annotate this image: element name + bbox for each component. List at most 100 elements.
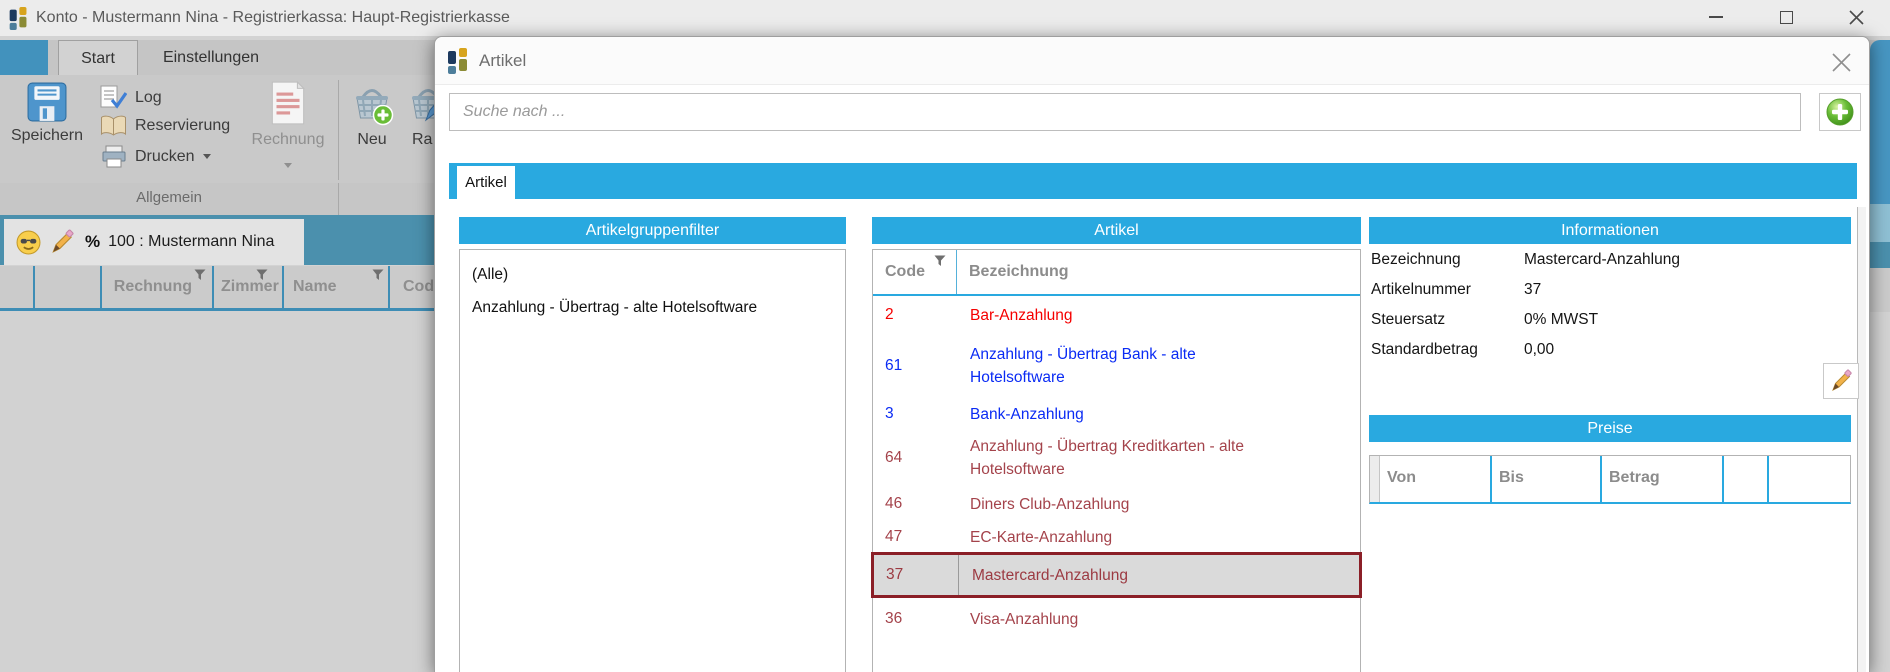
filter-icon[interactable] <box>372 269 384 281</box>
plus-icon <box>1826 98 1854 126</box>
info-value: Mastercard-Anzahlung <box>1524 251 1680 268</box>
vertical-scrollbar[interactable] <box>1857 207 1866 672</box>
main-titlebar: Konto - Mustermann Nina - Registrierkass… <box>0 0 1890 36</box>
edit-article-button[interactable] <box>1823 363 1859 399</box>
prices-row-indicator <box>1370 456 1380 502</box>
grid-col-zimmer[interactable]: Zimmer <box>212 266 282 308</box>
col-empty-header[interactable] <box>1767 456 1850 502</box>
col-code-label: Code <box>885 263 925 280</box>
groups-panel-header: Artikelgruppenfilter <box>459 217 846 244</box>
article-name: Bank-Anzahlung <box>970 405 1084 423</box>
dialog-titlebar: Artikel <box>435 37 1869 85</box>
close-button[interactable] <box>1834 0 1878 34</box>
tab-artikel[interactable]: Artikel <box>457 166 515 199</box>
article-name: Bar-Anzahlung <box>970 306 1073 324</box>
article-code: 36 <box>885 610 903 627</box>
pencil-icon[interactable] <box>49 229 75 255</box>
minimize-button[interactable] <box>1694 0 1738 34</box>
article-row[interactable]: 2 Bar-Anzahlung <box>873 296 1360 334</box>
info-value: 0% MWST <box>1524 311 1599 328</box>
article-name: Anzahlung - Übertrag Kreditkarten - alte… <box>970 438 1244 478</box>
percent-symbol: % <box>85 232 101 251</box>
tab-start[interactable]: Start <box>58 40 138 75</box>
background-panel-sliver <box>1870 40 1890 204</box>
article-name: EC-Karte-Anzahlung <box>970 528 1113 546</box>
article-row[interactable]: 47 EC-Karte-Anzahlung <box>873 522 1360 552</box>
edit-pencil-icon <box>1832 369 1852 392</box>
article-row[interactable]: 46 Diners Club-Anzahlung <box>873 486 1360 522</box>
invoice-button[interactable]: Rechnung <box>240 80 336 173</box>
article-code: 47 <box>885 528 903 545</box>
article-row[interactable]: 64 Anzahlung - Übertrag Kreditkarten - a… <box>873 430 1360 486</box>
grid-col-empty2[interactable] <box>33 266 100 308</box>
info-label: Steuersatz <box>1371 311 1446 328</box>
maximize-icon <box>1779 10 1793 24</box>
reservation-icon <box>101 115 126 136</box>
background-panel-sliver <box>1870 204 1890 242</box>
grid-col-name[interactable]: Name <box>282 266 388 308</box>
col-bis-header[interactable]: Bis <box>1490 456 1600 502</box>
dialog-close-button[interactable] <box>1829 50 1853 74</box>
article-code: 37 <box>886 566 904 583</box>
articles-table: Code Bezeichnung 2 Bar-Anzahlung 61 Anza… <box>871 249 1362 672</box>
close-icon <box>1848 9 1864 25</box>
log-label: Log <box>135 88 162 106</box>
save-icon <box>27 82 67 122</box>
prices-panel-header: Preise <box>1369 415 1851 442</box>
article-code: 3 <box>885 405 894 422</box>
article-row[interactable]: 61 Anzahlung - Übertrag Bank - alte Hote… <box>873 334 1360 398</box>
artikel-dialog: Artikel Artikel Artikelgruppenfilter (Al… <box>434 36 1870 672</box>
dialog-title: Artikel <box>479 51 527 70</box>
dialog-tabstrip: Artikel <box>449 163 1857 199</box>
col-betrag-header[interactable]: Betrag <box>1600 456 1722 502</box>
col-empty-header[interactable] <box>1722 456 1767 502</box>
partial-label: Ra <box>412 131 433 148</box>
info-value: 0,00 <box>1524 341 1555 358</box>
log-button[interactable]: Log <box>100 85 162 110</box>
close-icon <box>1831 52 1851 72</box>
print-button[interactable]: Drucken <box>101 145 211 168</box>
smiley-icon <box>16 230 41 254</box>
filter-icon[interactable] <box>194 269 206 281</box>
maximize-button[interactable] <box>1764 0 1808 34</box>
partial-ribbon-button[interactable]: Ra <box>406 82 434 149</box>
info-label: Standardbetrag <box>1371 341 1478 358</box>
info-label: Bezeichnung <box>1371 251 1461 268</box>
tab-einstellungen[interactable]: Einstellungen <box>138 40 284 75</box>
article-row[interactable]: 3 Bank-Anzahlung <box>873 398 1360 430</box>
basket-pencil-icon <box>412 89 434 122</box>
filter-icon[interactable] <box>934 255 946 267</box>
list-item[interactable]: Anzahlung - Übertrag - alte Hotelsoftwar… <box>460 291 845 324</box>
search-input[interactable] <box>449 93 1801 131</box>
reservation-button[interactable]: Reservierung <box>100 115 230 137</box>
grid-col-empty1[interactable] <box>0 266 33 308</box>
app-icon <box>448 48 467 74</box>
add-article-button[interactable] <box>1819 93 1861 131</box>
invoice-icon <box>271 80 305 125</box>
new-button[interactable]: Neu <box>346 82 398 149</box>
save-button[interactable]: Speichern <box>8 82 86 145</box>
screen: Konto - Mustermann Nina - Registrierkass… <box>0 0 1890 672</box>
article-row-selected[interactable]: 37 Mastercard-Anzahlung <box>871 552 1362 598</box>
info-value: 37 <box>1524 281 1542 298</box>
new-label: Neu <box>357 131 387 148</box>
col-code-header[interactable]: Code <box>873 250 957 294</box>
group-allgemein-label: Allgemein <box>136 189 202 206</box>
account-text: 100 : Mustermann Nina <box>108 233 275 250</box>
col-von-header[interactable]: Von <box>1380 456 1490 502</box>
grid-col-rechnung[interactable]: Rechnung <box>100 266 212 308</box>
col-bezeichnung-header[interactable]: Bezeichnung <box>957 250 1360 294</box>
grid-col-zimmer-label: Zimmer <box>221 278 279 295</box>
print-label: Drucken <box>135 147 195 165</box>
account-tab[interactable]: % 100 : Mustermann Nina <box>4 219 304 265</box>
background-panel-sliver <box>1870 242 1890 268</box>
list-item[interactable]: (Alle) <box>460 258 845 291</box>
log-icon <box>100 85 127 109</box>
article-row[interactable]: 36 Visa-Anzahlung <box>873 598 1360 640</box>
file-tab[interactable] <box>0 40 48 75</box>
grid-col-name-label: Name <box>293 278 337 295</box>
group-separator <box>338 183 339 215</box>
article-name: Mastercard-Anzahlung <box>972 566 1128 584</box>
chevron-down-icon[interactable] <box>202 154 211 159</box>
filter-icon[interactable] <box>256 269 268 281</box>
